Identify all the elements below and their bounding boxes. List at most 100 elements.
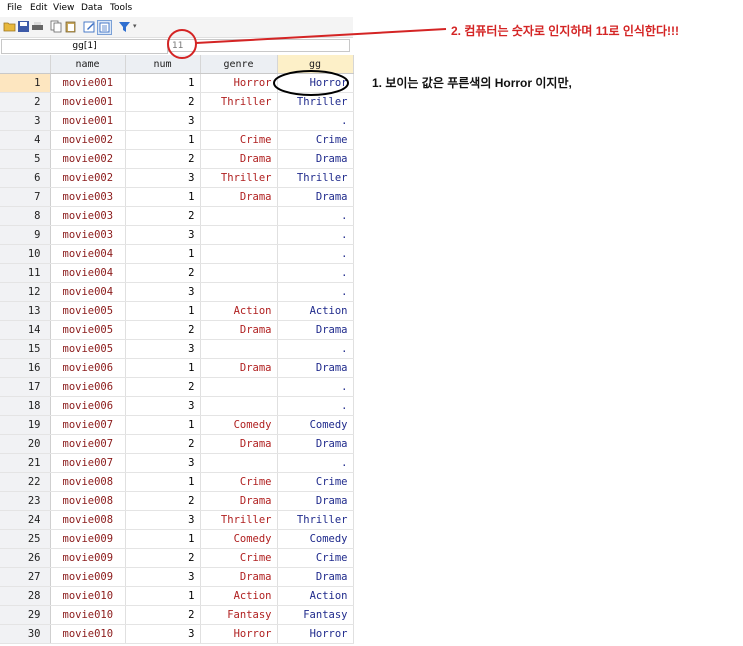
- row-number[interactable]: 18: [0, 396, 51, 416]
- row-number[interactable]: 16: [0, 358, 51, 378]
- cell-genre[interactable]: Drama: [200, 187, 278, 207]
- cell-name[interactable]: movie001: [50, 111, 126, 131]
- cell-num[interactable]: 2: [125, 605, 201, 625]
- table-row[interactable]: 2 movie001 2 Thriller Thriller: [0, 92, 354, 112]
- cell-num[interactable]: 1: [125, 244, 201, 264]
- table-row[interactable]: 14 movie005 2 Drama Drama: [0, 320, 354, 340]
- table-row[interactable]: 4 movie002 1 Crime Crime: [0, 130, 354, 150]
- cell-num[interactable]: 2: [125, 377, 201, 397]
- cell-genre[interactable]: Comedy: [200, 529, 278, 549]
- cell-genre[interactable]: Fantasy: [200, 605, 278, 625]
- toolbar-dropdown-arrow[interactable]: ▾: [133, 22, 137, 30]
- table-row[interactable]: 29 movie010 2 Fantasy Fantasy: [0, 605, 354, 625]
- cell-gg[interactable]: Drama: [277, 491, 354, 511]
- cell-genre[interactable]: Drama: [200, 567, 278, 587]
- cell-genre[interactable]: [200, 377, 278, 397]
- row-number[interactable]: 1: [0, 73, 51, 93]
- cell-gg[interactable]: .: [277, 206, 354, 226]
- cell-gg[interactable]: Drama: [277, 320, 354, 340]
- cell-gg[interactable]: Drama: [277, 434, 354, 454]
- cell-gg[interactable]: .: [277, 111, 354, 131]
- print-icon[interactable]: [31, 20, 44, 33]
- cell-name[interactable]: movie004: [50, 263, 126, 283]
- table-row[interactable]: 12 movie004 3.: [0, 282, 354, 302]
- row-number[interactable]: 6: [0, 168, 51, 188]
- row-number[interactable]: 27: [0, 567, 51, 587]
- table-row[interactable]: 23 movie008 2 Drama Drama: [0, 491, 354, 511]
- cell-gg[interactable]: Action: [277, 586, 354, 606]
- col-header-genre[interactable]: genre: [200, 55, 278, 74]
- table-row[interactable]: 7 movie003 1 Drama Drama: [0, 187, 354, 207]
- cell-gg[interactable]: Comedy: [277, 529, 354, 549]
- cell-value-field[interactable]: 11: [168, 39, 350, 52]
- row-number[interactable]: 10: [0, 244, 51, 264]
- table-row[interactable]: 13 movie005 1 Action Action: [0, 301, 354, 321]
- cell-gg[interactable]: Crime: [277, 548, 354, 568]
- cell-genre[interactable]: [200, 206, 278, 226]
- cell-name[interactable]: movie007: [50, 415, 126, 435]
- table-row[interactable]: 25 movie009 1 Comedy Comedy: [0, 529, 354, 549]
- cell-num[interactable]: 3: [125, 282, 201, 302]
- cell-gg[interactable]: .: [277, 225, 354, 245]
- row-number[interactable]: 29: [0, 605, 51, 625]
- cell-name[interactable]: movie009: [50, 529, 126, 549]
- table-row[interactable]: 27 movie009 3 Drama Drama: [0, 567, 354, 587]
- cell-name[interactable]: movie005: [50, 339, 126, 359]
- cell-name[interactable]: movie010: [50, 605, 126, 625]
- row-number[interactable]: 2: [0, 92, 51, 112]
- row-number[interactable]: 25: [0, 529, 51, 549]
- cell-genre[interactable]: Crime: [200, 130, 278, 150]
- table-row[interactable]: 24 movie008 3 Thriller Thriller: [0, 510, 354, 530]
- cell-gg[interactable]: Crime: [277, 472, 354, 492]
- cell-genre[interactable]: Thriller: [200, 92, 278, 112]
- cell-name[interactable]: movie008: [50, 472, 126, 492]
- row-number[interactable]: 22: [0, 472, 51, 492]
- cell-gg[interactable]: Horror: [277, 73, 354, 93]
- row-number[interactable]: 21: [0, 453, 51, 473]
- table-row[interactable]: 26 movie009 2 Crime Crime: [0, 548, 354, 568]
- cell-genre[interactable]: [200, 225, 278, 245]
- cell-genre[interactable]: Drama: [200, 491, 278, 511]
- cell-genre[interactable]: Drama: [200, 320, 278, 340]
- cell-num[interactable]: 2: [125, 263, 201, 283]
- row-number[interactable]: 4: [0, 130, 51, 150]
- cell-name[interactable]: movie005: [50, 301, 126, 321]
- cell-name[interactable]: movie003: [50, 225, 126, 245]
- row-number[interactable]: 26: [0, 548, 51, 568]
- cell-gg[interactable]: Thriller: [277, 92, 354, 112]
- cell-gg[interactable]: Crime: [277, 130, 354, 150]
- table-row[interactable]: 8 movie003 2.: [0, 206, 354, 226]
- cell-gg[interactable]: Fantasy: [277, 605, 354, 625]
- cell-num[interactable]: 2: [125, 206, 201, 226]
- table-row[interactable]: 18 movie006 3.: [0, 396, 354, 416]
- table-row[interactable]: 5 movie002 2 Drama Drama: [0, 149, 354, 169]
- cell-name[interactable]: movie006: [50, 358, 126, 378]
- cell-genre[interactable]: [200, 396, 278, 416]
- cell-genre[interactable]: Action: [200, 586, 278, 606]
- cell-name[interactable]: movie005: [50, 320, 126, 340]
- cell-num[interactable]: 3: [125, 168, 201, 188]
- menu-view[interactable]: View: [53, 3, 74, 13]
- table-row[interactable]: 28 movie010 1 Action Action: [0, 586, 354, 606]
- cell-name[interactable]: movie004: [50, 244, 126, 264]
- cell-gg[interactable]: .: [277, 377, 354, 397]
- cell-genre[interactable]: Action: [200, 301, 278, 321]
- cell-genre[interactable]: [200, 263, 278, 283]
- cell-name[interactable]: movie007: [50, 434, 126, 454]
- row-number[interactable]: 17: [0, 377, 51, 397]
- edit-icon[interactable]: [83, 20, 96, 33]
- save-icon[interactable]: [17, 20, 30, 33]
- cell-name[interactable]: movie002: [50, 130, 126, 150]
- cell-name[interactable]: movie002: [50, 149, 126, 169]
- row-number[interactable]: 13: [0, 301, 51, 321]
- table-row[interactable]: 15 movie005 3.: [0, 339, 354, 359]
- cell-num[interactable]: 1: [125, 586, 201, 606]
- cell-gg[interactable]: Thriller: [277, 168, 354, 188]
- menu-file[interactable]: File: [7, 3, 22, 13]
- row-number[interactable]: 8: [0, 206, 51, 226]
- cell-genre[interactable]: Crime: [200, 548, 278, 568]
- table-row[interactable]: 16 movie006 1 Drama Drama: [0, 358, 354, 378]
- cell-num[interactable]: 2: [125, 434, 201, 454]
- cell-name[interactable]: movie001: [50, 92, 126, 112]
- cell-name[interactable]: movie001: [50, 73, 126, 93]
